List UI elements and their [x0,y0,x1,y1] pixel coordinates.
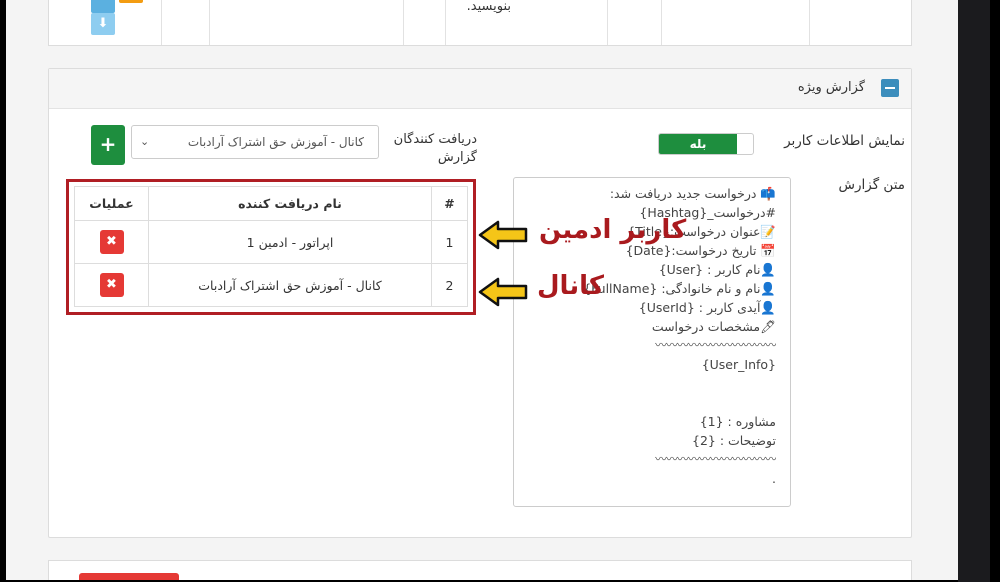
show-user-info-label: نمایش اطلاعات کاربر [784,133,905,149]
next-panel [48,560,912,580]
arrow-channel-icon [478,277,528,307]
receivers-table: # نام دریافت کننده عملیات 1 اپراتور - اد… [74,186,468,307]
red-bar [79,573,179,580]
move-down-button[interactable]: ⬇ [91,13,115,35]
annotation-admin-user: کاربر ادمین [539,215,687,245]
table-row: 2 کانال - آموزش حق اشتراک آرادبات ✖ [74,263,468,307]
actions-cell: ✖ [74,263,149,307]
col-receiver-name: نام دریافت کننده [148,186,432,221]
row-number: 2 [431,263,468,307]
arrow-admin-icon [478,220,528,250]
report-text-label: متن گزارش [838,177,906,193]
col-number: # [431,186,468,221]
add-receiver-button[interactable]: + [91,125,125,165]
top-text-fragment: بنویسید. [466,0,511,14]
orange-button[interactable] [119,0,143,3]
col-actions: عملیات [74,186,149,221]
actions-cell: ✖ [74,220,149,264]
delete-button[interactable]: ✖ [99,230,124,254]
collapse-icon[interactable] [881,79,899,97]
receiver-name: اپراتور - ادمین 1 [148,220,432,264]
receivers-select[interactable]: کانال - آموزش حق اشتراک آرادبات ⌄ [131,125,379,159]
receiver-name: کانال - آموزش حق اشتراک آرادبات [148,263,432,307]
receivers-table-highlight: # نام دریافت کننده عملیات 1 اپراتور - اد… [66,179,476,315]
receivers-select-value: کانال - آموزش حق اشتراک آرادبات [187,135,364,149]
previous-panel: ⬇ بنویسید. [48,0,912,46]
panel-header: گزارش ویژه [49,69,911,109]
panel-title: گزارش ویژه [797,80,865,95]
special-report-panel: گزارش ویژه نمایش اطلاعات کاربر بله دریاف… [48,68,912,538]
toggle-on-label: بله [659,134,737,154]
delete-button[interactable]: ✖ [99,273,124,297]
chevron-down-icon: ⌄ [140,135,150,148]
annotation-channel: کانال [537,271,604,301]
blue-button[interactable] [91,0,115,13]
table-row: 1 اپراتور - ادمین 1 ✖ [74,220,468,264]
row-number: 1 [431,220,468,264]
show-user-info-toggle[interactable]: بله [658,133,754,155]
app-frame: ⬇ بنویسید. گزارش ویژه نمایش اطلاعات کارب… [6,0,958,580]
receivers-label: دریافت کنندگان گزارش [393,132,477,165]
arrow-down-icon: ⬇ [97,16,109,31]
scrollbar[interactable] [958,0,990,582]
